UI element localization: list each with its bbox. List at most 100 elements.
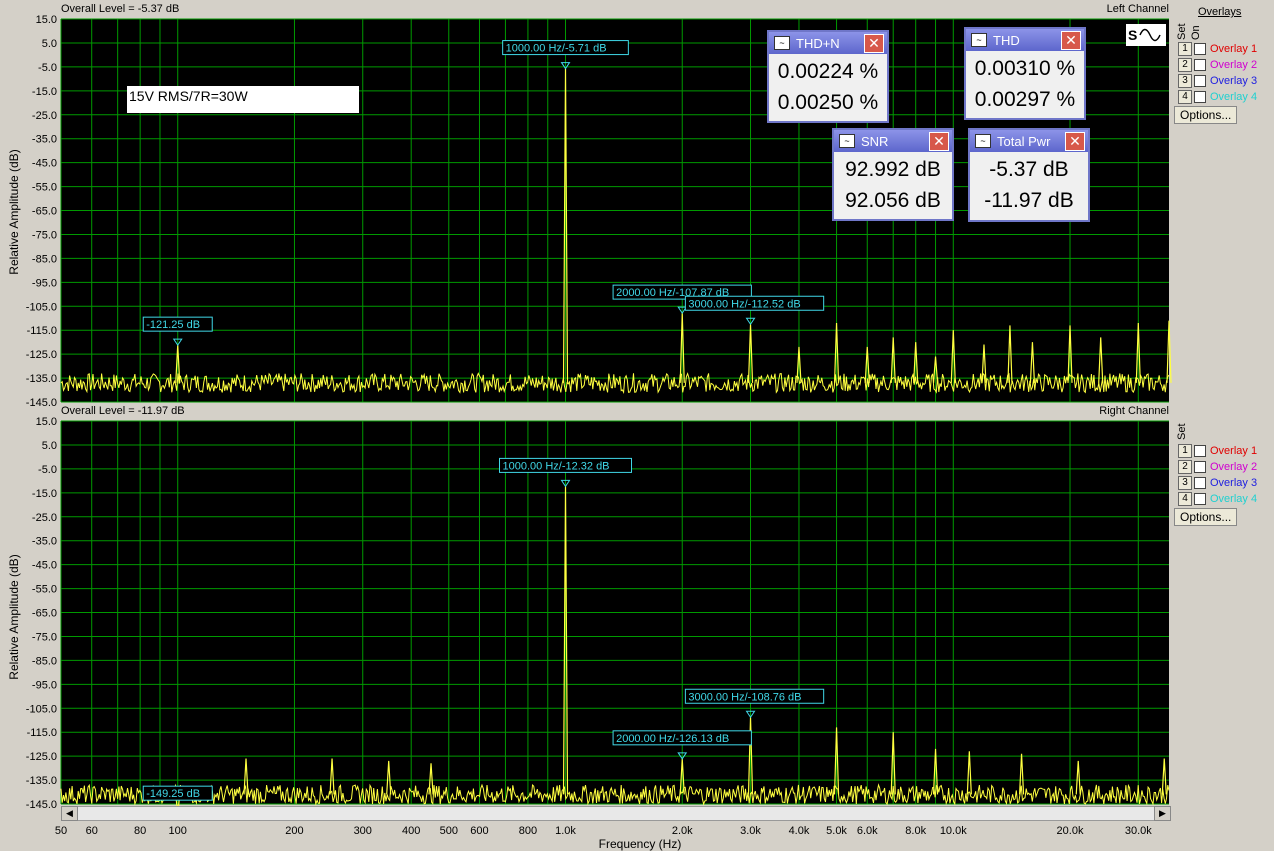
x-tick-label: 8.0k <box>905 825 926 837</box>
overlays-header: Overlays <box>1198 6 1242 18</box>
x-tick-label: 800 <box>519 825 537 837</box>
meter-thd-n[interactable]: ~ THD+N ✕ 0.00224 % 0.00250 % <box>767 30 889 123</box>
overlay-row-2[interactable]: 2 Overlay 2 <box>1178 58 1257 72</box>
on-label: On <box>1190 25 1202 40</box>
y-tick-label: -145.0 <box>26 397 57 409</box>
overlay-checkbox[interactable] <box>1194 59 1206 71</box>
overlay-set-button[interactable]: 3 <box>1178 74 1192 88</box>
y-tick-label: -5.0 <box>38 62 57 74</box>
overlay-set-button[interactable]: 1 <box>1178 444 1192 458</box>
meter-title: THD <box>993 32 1020 48</box>
y-tick-label: -105.0 <box>26 703 57 715</box>
meter-value-right: 0.00297 % <box>974 88 1076 111</box>
top-panel-title: Overall Level = -5.37 dB <box>61 3 180 15</box>
overlay-row-3[interactable]: 3 Overlay 3 <box>1178 476 1257 490</box>
x-tick-label: 500 <box>440 825 458 837</box>
marker-label: -149.25 dB <box>146 788 200 800</box>
y-tick-label: -135.0 <box>26 373 57 385</box>
overlay-row-4[interactable]: 4 Overlay 4 <box>1178 90 1257 104</box>
x-axis-label: Frequency (Hz) <box>598 837 682 851</box>
scroll-right-icon[interactable]: ▶ <box>1154 806 1171 821</box>
y-tick-label: 5.0 <box>42 440 57 452</box>
bottom-channel-label: Right Channel <box>1099 405 1169 417</box>
note-label: 15V RMS/7R=30W <box>127 86 359 113</box>
y-tick-label: -125.0 <box>26 349 57 361</box>
close-icon[interactable]: ✕ <box>864 33 884 53</box>
y-tick-label: 15.0 <box>36 416 57 428</box>
y-tick-label: -25.0 <box>32 512 57 524</box>
overlay-checkbox[interactable] <box>1194 477 1206 489</box>
y-tick-label: -35.0 <box>32 536 57 548</box>
overlay-set-button[interactable]: 4 <box>1178 90 1192 104</box>
meter-thd[interactable]: ~ THD ✕ 0.00310 % 0.00297 % <box>964 27 1086 120</box>
meter-value-right: 0.00250 % <box>777 91 879 114</box>
scroll-left-icon[interactable]: ◀ <box>61 806 78 821</box>
overlay-label: Overlay 1 <box>1210 43 1258 55</box>
x-tick-label: 60 <box>86 825 98 837</box>
options-button[interactable]: Options... <box>1174 508 1238 526</box>
bottom-y-axis-label: Relative Amplitude (dB) <box>7 554 21 680</box>
top-channel-label: Left Channel <box>1106 3 1169 15</box>
y-tick-label: -115.0 <box>27 727 57 739</box>
generator-icon[interactable]: S <box>1126 24 1166 46</box>
overlay-label: Overlay 3 <box>1210 75 1258 87</box>
meter-value-left: -5.37 dB <box>989 158 1069 181</box>
y-tick-label: -25.0 <box>32 110 57 122</box>
overlay-row-1[interactable]: 1 Overlay 1 <box>1178 42 1257 56</box>
x-tick-label: 30.0k <box>1125 825 1152 837</box>
meter-icon: ~ <box>975 134 991 148</box>
overlay-set-button[interactable]: 1 <box>1178 42 1192 56</box>
overlay-set-button[interactable]: 3 <box>1178 476 1192 490</box>
close-icon[interactable]: ✕ <box>1061 30 1081 50</box>
options-button[interactable]: Options... <box>1174 106 1238 124</box>
y-tick-label: -55.0 <box>32 182 57 194</box>
close-icon[interactable]: ✕ <box>1065 131 1085 151</box>
meter-snr[interactable]: ~ SNR ✕ 92.992 dB 92.056 dB <box>832 128 954 221</box>
horizontal-scrollbar[interactable] <box>61 806 1169 821</box>
overlay-row-3[interactable]: 3 Overlay 3 <box>1178 74 1257 88</box>
overlay-set-button[interactable]: 4 <box>1178 492 1192 506</box>
x-tick-label: 50 <box>55 825 67 837</box>
overlay-row-4[interactable]: 4 Overlay 4 <box>1178 492 1257 506</box>
overlay-label: Overlay 1 <box>1210 445 1258 457</box>
x-tick-label: 10.0k <box>940 825 967 837</box>
meter-value-left: 0.00224 % <box>777 60 879 83</box>
x-tick-label: 1.0k <box>555 825 576 837</box>
meter-title: THD+N <box>796 35 840 51</box>
x-tick-label: 5.0k <box>826 825 847 837</box>
meter-value-right: 92.056 dB <box>845 189 941 212</box>
overlay-set-button[interactable]: 2 <box>1178 460 1192 474</box>
y-tick-label: -65.0 <box>32 206 57 218</box>
y-tick-label: -75.0 <box>32 229 57 241</box>
overlay-label: Overlay 4 <box>1210 493 1258 505</box>
overlay-row-1[interactable]: 1 Overlay 1 <box>1178 444 1257 458</box>
y-tick-label: 15.0 <box>36 14 57 26</box>
y-tick-label: -125.0 <box>26 751 57 763</box>
meter-title: SNR <box>861 133 889 149</box>
overlay-checkbox[interactable] <box>1194 91 1206 103</box>
overlay-checkbox[interactable] <box>1194 493 1206 505</box>
close-icon[interactable]: ✕ <box>929 131 949 151</box>
overlay-row-2[interactable]: 2 Overlay 2 <box>1178 460 1257 474</box>
set-label: Set <box>1176 23 1188 40</box>
y-tick-label: -15.0 <box>32 86 57 98</box>
y-tick-label: -5.0 <box>38 464 57 476</box>
overlay-checkbox[interactable] <box>1194 445 1206 457</box>
overlay-set-button[interactable]: 2 <box>1178 58 1192 72</box>
meter-icon: ~ <box>971 33 987 47</box>
y-tick-label: -65.0 <box>32 608 57 620</box>
marker-label: 3000.00 Hz/-112.52 dB <box>688 298 800 310</box>
meter-title: Total Pwr <box>997 133 1051 149</box>
marker-label: -121.25 dB <box>146 319 200 331</box>
overlay-label: Overlay 4 <box>1210 91 1258 103</box>
y-tick-label: -145.0 <box>26 799 57 811</box>
x-tick-label: 80 <box>134 825 146 837</box>
svg-text:S: S <box>1128 27 1137 43</box>
overlay-checkbox[interactable] <box>1194 461 1206 473</box>
meter-total-pwr[interactable]: ~ Total Pwr ✕ -5.37 dB -11.97 dB <box>968 128 1090 222</box>
marker-label: 3000.00 Hz/-108.76 dB <box>688 691 801 703</box>
meter-icon: ~ <box>774 36 790 50</box>
overlay-checkbox[interactable] <box>1194 75 1206 87</box>
overlay-checkbox[interactable] <box>1194 43 1206 55</box>
x-tick-label: 600 <box>470 825 488 837</box>
